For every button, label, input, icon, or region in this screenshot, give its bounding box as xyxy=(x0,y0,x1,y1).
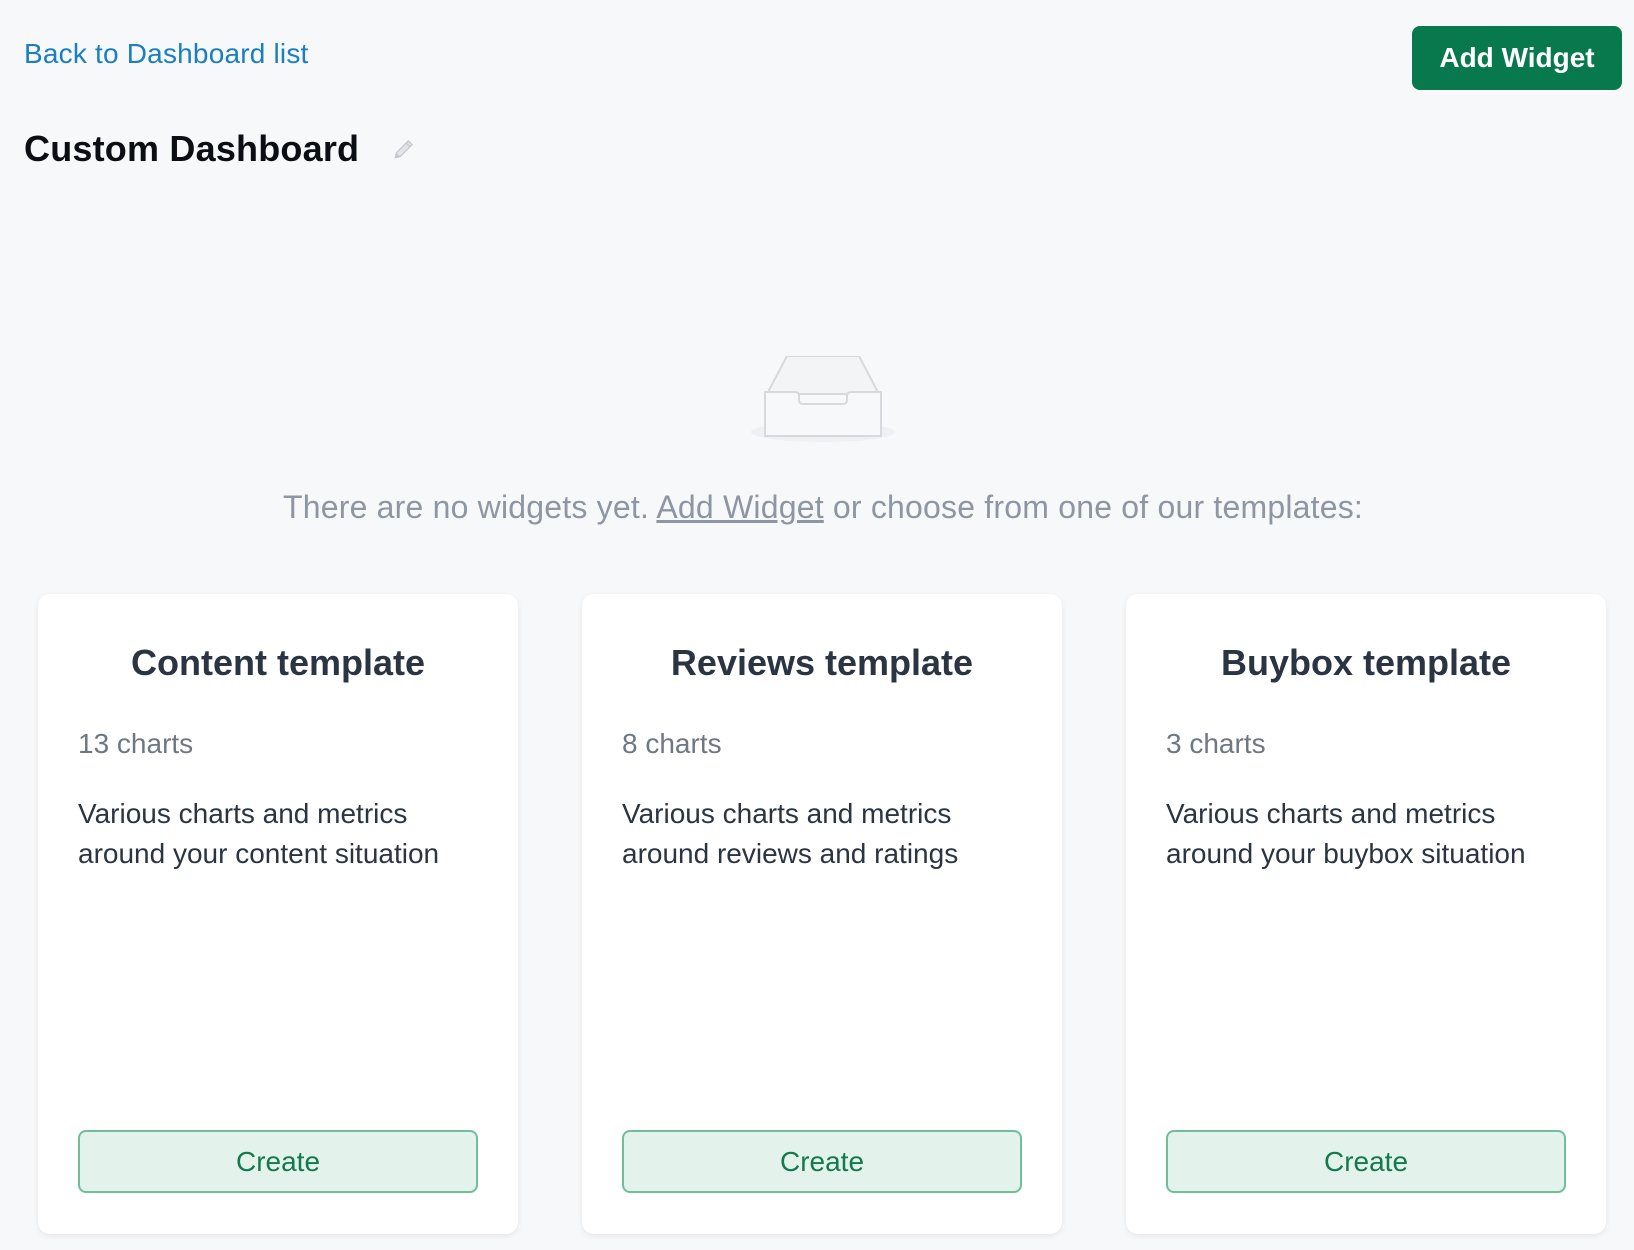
card-chart-count: 13 charts xyxy=(78,728,194,759)
add-widget-button[interactable]: Add Widget xyxy=(1412,26,1622,90)
card-description: Various charts and metrics around your b… xyxy=(1166,798,1526,869)
title-row: Custom Dashboard xyxy=(24,128,419,170)
page-title: Custom Dashboard xyxy=(24,128,360,169)
card-chart-count: 3 charts xyxy=(1166,728,1266,759)
template-card-content: Content template 13 charts Various chart… xyxy=(38,594,518,1234)
pencil-icon[interactable] xyxy=(389,134,419,164)
empty-text-before: There are no widgets yet. xyxy=(282,489,650,525)
create-buybox-template-button[interactable]: Create xyxy=(1166,1130,1566,1193)
card-description: Various charts and metrics around your c… xyxy=(78,798,440,869)
card-chart-count: 8 charts xyxy=(622,728,722,759)
card-title: Buybox template xyxy=(1220,642,1512,683)
empty-text-after: or choose from one of our templates: xyxy=(832,489,1364,525)
template-cards: Content template 13 charts Various chart… xyxy=(38,594,1606,1234)
create-content-template-button[interactable]: Create xyxy=(78,1130,478,1193)
empty-state-message: There are no widgets yet. Add Widget or … xyxy=(0,489,1634,526)
empty-state: There are no widgets yet. Add Widget or … xyxy=(0,355,1634,526)
template-card-reviews: Reviews template 8 charts Various charts… xyxy=(582,594,1062,1234)
back-to-dashboard-list-link[interactable]: Back to Dashboard list xyxy=(24,38,309,70)
card-title: Reviews template xyxy=(670,642,974,683)
card-description: Various charts and metrics around review… xyxy=(622,798,959,869)
add-widget-link[interactable]: Add Widget xyxy=(656,489,823,525)
empty-inbox-icon xyxy=(745,355,901,456)
card-title: Content template xyxy=(130,642,425,683)
create-reviews-template-button[interactable]: Create xyxy=(622,1130,1022,1193)
template-card-buybox: Buybox template 3 charts Various charts … xyxy=(1126,594,1606,1234)
